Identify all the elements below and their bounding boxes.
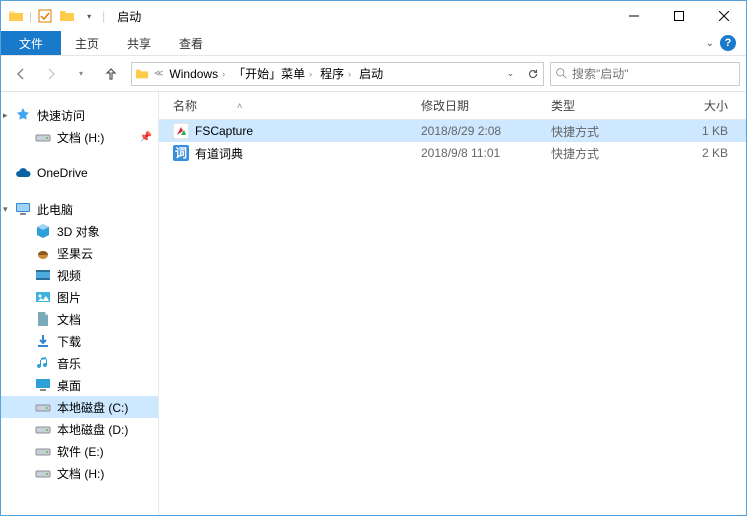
disk-icon: [35, 465, 51, 481]
file-list: 名称˄ 修改日期 类型 大小 FSCapture 2018/8/29 2:08 …: [159, 92, 746, 515]
dl-icon: [35, 333, 51, 349]
back-button[interactable]: [7, 60, 35, 88]
chevron-down-icon[interactable]: ⌄: [706, 38, 714, 49]
checkbox-icon[interactable]: [36, 7, 54, 25]
cloud-icon: [15, 165, 31, 181]
file-icon: 词: [173, 145, 189, 161]
pin-icon: 📌: [140, 132, 152, 143]
address-bar[interactable]: ≪ Windows› 「开始」菜单› 程序› 启动 ⌄: [131, 62, 544, 86]
nut-icon: [35, 245, 51, 261]
refresh-button[interactable]: [521, 63, 543, 85]
close-button[interactable]: [701, 1, 746, 31]
ribbon-help: ⌄ ?: [706, 31, 746, 55]
sidebar-item[interactable]: 桌面: [1, 374, 158, 396]
tab-file[interactable]: 文件: [1, 31, 61, 55]
col-name[interactable]: 名称˄: [167, 97, 415, 114]
breadcrumb[interactable]: Windows›: [165, 63, 229, 85]
chevron-down-icon[interactable]: ▾: [3, 204, 8, 215]
breadcrumb-sep[interactable]: ≪: [152, 68, 165, 79]
sidebar-item[interactable]: 下载: [1, 330, 158, 352]
recent-dropdown[interactable]: ▾: [67, 60, 95, 88]
sidebar-item[interactable]: 图片: [1, 286, 158, 308]
sidebar-item[interactable]: 本地磁盘 (C:): [1, 396, 158, 418]
sidebar-item-onedrive[interactable]: OneDrive: [1, 162, 158, 184]
disk-icon: [35, 443, 51, 459]
table-row[interactable]: 词有道词典 2018/9/8 11:01 快捷方式 2 KB: [159, 142, 746, 164]
search-input[interactable]: 搜索"启动": [550, 62, 740, 86]
tab-view[interactable]: 查看: [165, 31, 217, 55]
sidebar-item[interactable]: 文档: [1, 308, 158, 330]
sidebar-item-quick-doc[interactable]: 文档 (H:) 📌: [1, 126, 158, 148]
help-icon[interactable]: ?: [720, 35, 736, 51]
sidebar-item[interactable]: 3D 对象: [1, 220, 158, 242]
maximize-button[interactable]: [656, 1, 701, 31]
tab-share[interactable]: 共享: [113, 31, 165, 55]
search-placeholder: 搜索"启动": [572, 65, 629, 82]
sidebar-item-thispc[interactable]: ▾ 此电脑: [1, 198, 158, 220]
sidebar-item[interactable]: 坚果云: [1, 242, 158, 264]
disk-icon: [35, 421, 51, 437]
mus-icon: [35, 355, 51, 371]
minimize-button[interactable]: [611, 1, 656, 31]
star-icon: [15, 107, 31, 123]
window-controls: [611, 1, 746, 31]
file-icon: [173, 123, 189, 139]
pc-icon: [15, 201, 31, 217]
sidebar-item[interactable]: 软件 (E:): [1, 440, 158, 462]
ribbon: 文件 主页 共享 查看 ⌄ ?: [1, 31, 746, 56]
search-icon: [555, 67, 568, 80]
quick-access-toolbar: | ▾ |: [1, 7, 111, 25]
pic-icon: [35, 289, 51, 305]
table-row[interactable]: FSCapture 2018/8/29 2:08 快捷方式 1 KB: [159, 120, 746, 142]
column-headers: 名称˄ 修改日期 类型 大小: [159, 92, 746, 120]
sidebar-item[interactable]: 音乐: [1, 352, 158, 374]
folder-icon: [132, 67, 152, 81]
sidebar-item[interactable]: 文档 (H:): [1, 462, 158, 484]
svg-text:词: 词: [175, 146, 187, 160]
sidebar-item[interactable]: 本地磁盘 (D:): [1, 418, 158, 440]
col-type[interactable]: 类型: [545, 97, 657, 114]
chevron-down-icon[interactable]: ▾: [80, 7, 98, 25]
qat-separator: |: [29, 9, 32, 23]
address-dropdown[interactable]: ⌄: [499, 63, 521, 85]
sidebar-item-quickaccess[interactable]: ▸ 快速访问: [1, 104, 158, 126]
titlebar: | ▾ | 启动: [1, 1, 746, 31]
vid-icon: [35, 267, 51, 283]
window-title: 启动: [117, 8, 611, 25]
qat-separator: |: [102, 9, 105, 23]
folder-icon[interactable]: [58, 7, 76, 25]
doc-icon: [35, 311, 51, 327]
sort-asc-icon: ˄: [237, 101, 242, 111]
chevron-right-icon[interactable]: ▸: [3, 110, 8, 121]
col-size[interactable]: 大小: [657, 97, 746, 114]
drive-icon: [35, 129, 51, 145]
breadcrumb[interactable]: 「开始」菜单›: [229, 63, 316, 85]
desk-icon: [35, 377, 51, 393]
navigation-pane[interactable]: ▸ 快速访问 文档 (H:) 📌 OneDrive ▾ 此电脑: [1, 92, 159, 515]
tab-home[interactable]: 主页: [61, 31, 113, 55]
navigation-bar: ▾ ≪ Windows› 「开始」菜单› 程序› 启动 ⌄ 搜索"启动": [1, 56, 746, 92]
breadcrumb[interactable]: 启动: [355, 63, 387, 85]
col-date[interactable]: 修改日期: [415, 97, 545, 114]
up-button[interactable]: [97, 60, 125, 88]
3d-icon: [35, 223, 51, 239]
sidebar-item[interactable]: 视频: [1, 264, 158, 286]
breadcrumb[interactable]: 程序›: [316, 63, 355, 85]
disk-icon: [35, 399, 51, 415]
forward-button[interactable]: [37, 60, 65, 88]
folder-icon[interactable]: [7, 7, 25, 25]
